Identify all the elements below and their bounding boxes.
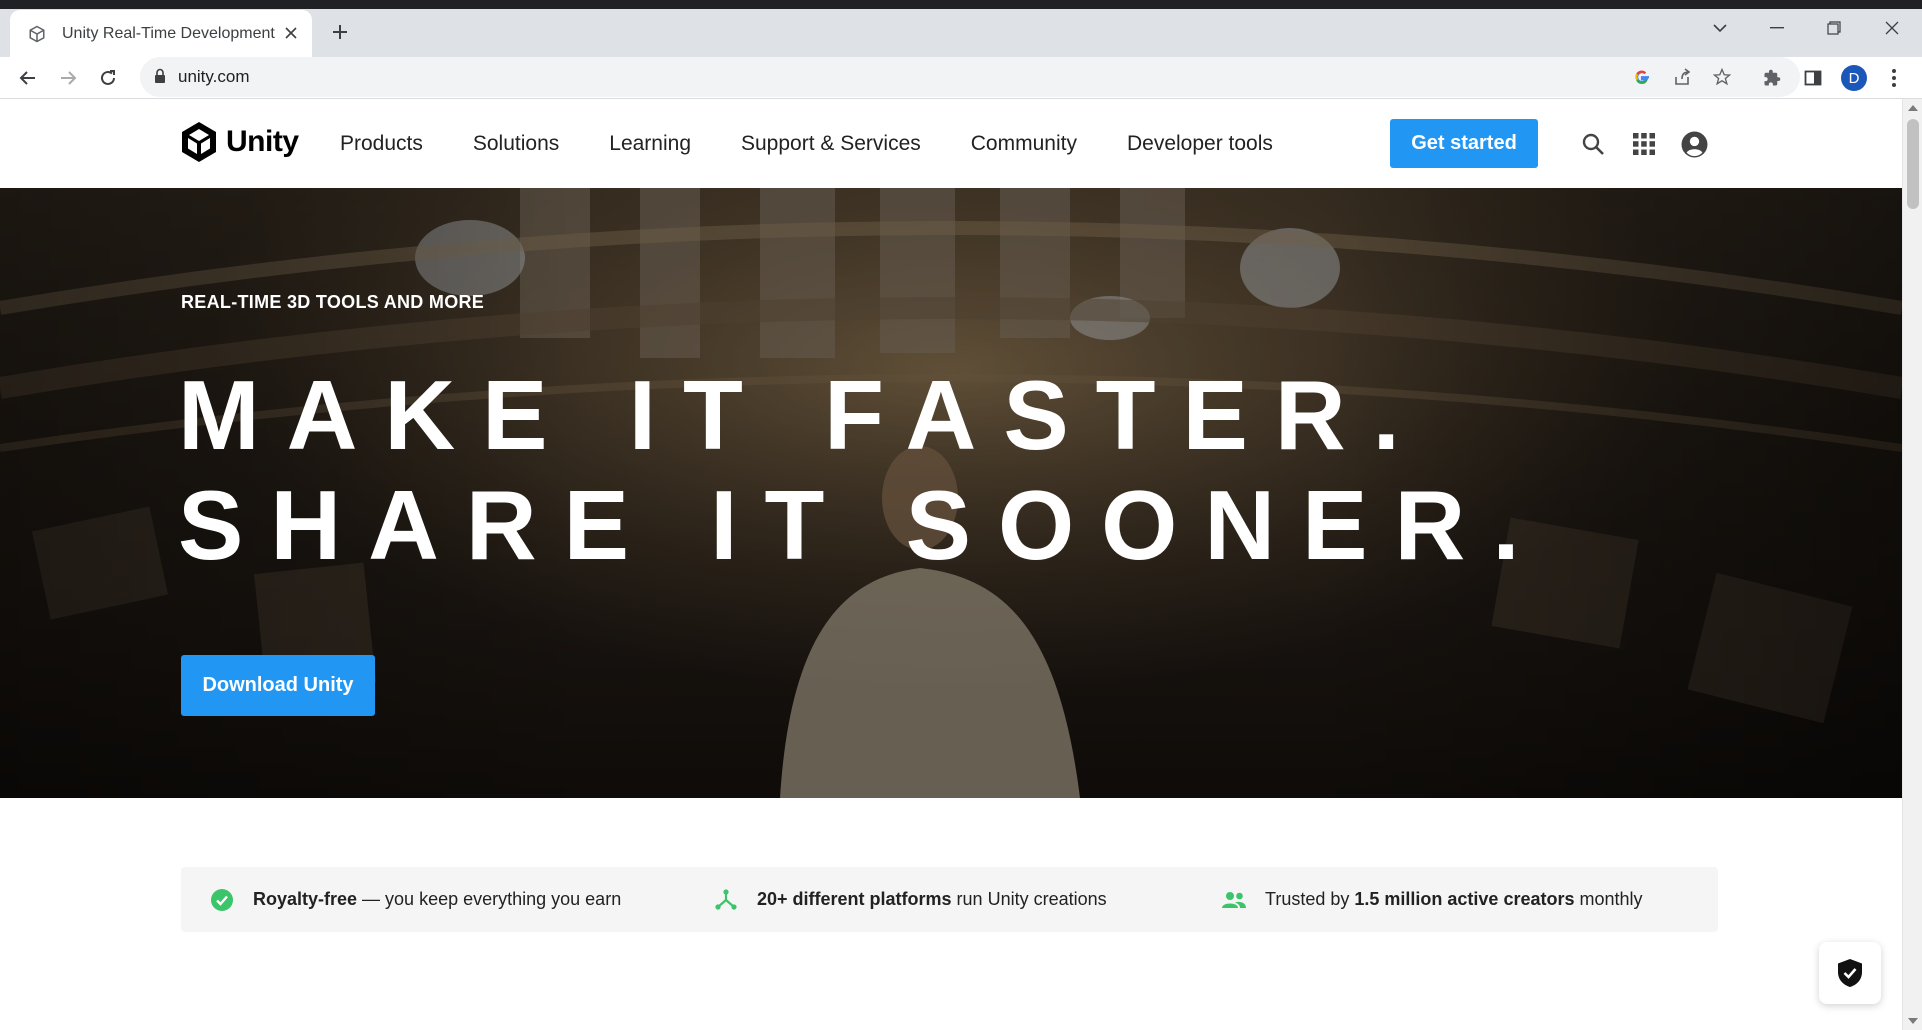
new-tab-button[interactable]	[326, 18, 354, 46]
feature-1-bold: Royalty-free	[253, 889, 358, 909]
scrollbar-thumb[interactable]	[1907, 119, 1919, 209]
unity-logo[interactable]: Unity	[180, 121, 299, 163]
tab-title: Unity Real-Time Development Platform | 3…	[62, 24, 280, 42]
site-header: Unity Products Solutions Learning Suppor…	[0, 99, 1902, 188]
profile-initial: D	[1841, 65, 1867, 91]
main-nav: Products Solutions Learning Support & Se…	[340, 99, 1323, 188]
hero-headline-line-2: SHARE IT SOONER.	[178, 470, 1547, 580]
page-viewport: Unity Products Solutions Learning Suppor…	[0, 99, 1902, 1030]
hero-section: REAL-TIME 3D TOOLS AND MORE MAKE IT FAST…	[0, 188, 1902, 798]
forward-arrow-icon[interactable]	[52, 62, 84, 94]
feature-platforms: 20+ different platforms run Unity creati…	[713, 867, 1107, 932]
reload-icon[interactable]	[92, 62, 124, 94]
lock-icon	[154, 68, 166, 89]
nav-support-services[interactable]: Support & Services	[741, 132, 921, 156]
close-tab-icon[interactable]	[280, 22, 302, 44]
minimize-window-icon[interactable]	[1761, 14, 1793, 42]
address-bar[interactable]: unity.com	[140, 57, 1800, 97]
browser-tab-active[interactable]: Unity Real-Time Development Platform | 3…	[10, 10, 312, 57]
account-icon[interactable]	[1679, 129, 1709, 159]
download-unity-button[interactable]: Download Unity	[181, 655, 375, 716]
profile-avatar[interactable]: D	[1838, 62, 1870, 94]
people-icon	[1221, 887, 1247, 913]
check-circle-icon	[209, 887, 235, 913]
side-panel-icon[interactable]	[1797, 62, 1829, 94]
browser-toolbar: unity.com D	[0, 57, 1922, 99]
nav-products[interactable]: Products	[340, 132, 423, 156]
scroll-down-arrow-icon[interactable]	[1908, 1018, 1918, 1024]
search-icon[interactable]	[1578, 129, 1608, 159]
feature-2-bold: 20+ different platforms	[757, 889, 952, 909]
feature-royalty-free: Royalty-free — you keep everything you e…	[209, 867, 621, 932]
features-strip: Royalty-free — you keep everything you e…	[181, 867, 1718, 932]
unity-favicon-icon	[26, 23, 48, 45]
platforms-icon	[713, 887, 739, 913]
feature-1-text: — you keep everything you earn	[357, 889, 622, 909]
back-arrow-icon[interactable]	[12, 62, 44, 94]
feature-3-bold: 1.5 million active creators	[1354, 889, 1575, 909]
scroll-up-arrow-icon[interactable]	[1908, 105, 1918, 111]
page-scrollbar[interactable]	[1902, 99, 1922, 1030]
feature-creators: Trusted by 1.5 million active creators m…	[1221, 867, 1643, 932]
privacy-shield-button[interactable]	[1819, 942, 1881, 1004]
bookmark-star-icon[interactable]	[1708, 63, 1736, 91]
hero-headline-line-1: MAKE IT FASTER.	[178, 360, 1427, 470]
nav-learning[interactable]: Learning	[609, 132, 691, 156]
browser-titlebar: Unity Real-Time Development Platform | 3…	[0, 0, 1922, 57]
hero-headline: MAKE IT FASTER. SHARE IT SOONER.	[178, 360, 1547, 580]
feature-2-text: run Unity creations	[951, 889, 1107, 909]
browser-menu-icon[interactable]	[1878, 62, 1910, 94]
restore-window-icon[interactable]	[1818, 14, 1850, 42]
feature-3-prefix: Trusted by	[1265, 889, 1355, 909]
get-started-button[interactable]: Get started	[1390, 119, 1538, 168]
nav-community[interactable]: Community	[971, 132, 1077, 156]
url-text: unity.com	[178, 67, 250, 86]
hero-eyebrow: REAL-TIME 3D TOOLS AND MORE	[181, 292, 485, 312]
feature-3-text: monthly	[1574, 889, 1643, 909]
tab-search-chevron-icon[interactable]	[1704, 14, 1736, 42]
logo-text: Unity	[226, 125, 299, 158]
nav-developer-tools[interactable]: Developer tools	[1127, 132, 1273, 156]
share-icon[interactable]	[1668, 63, 1696, 91]
nav-solutions[interactable]: Solutions	[473, 132, 559, 156]
close-window-icon[interactable]	[1876, 14, 1908, 42]
shield-check-icon	[1838, 959, 1862, 987]
google-g-icon[interactable]	[1628, 63, 1656, 91]
extensions-puzzle-icon[interactable]	[1756, 62, 1788, 94]
window-top-edge	[0, 0, 1922, 9]
apps-grid-icon[interactable]	[1629, 129, 1659, 159]
unity-cube-icon	[182, 122, 216, 162]
